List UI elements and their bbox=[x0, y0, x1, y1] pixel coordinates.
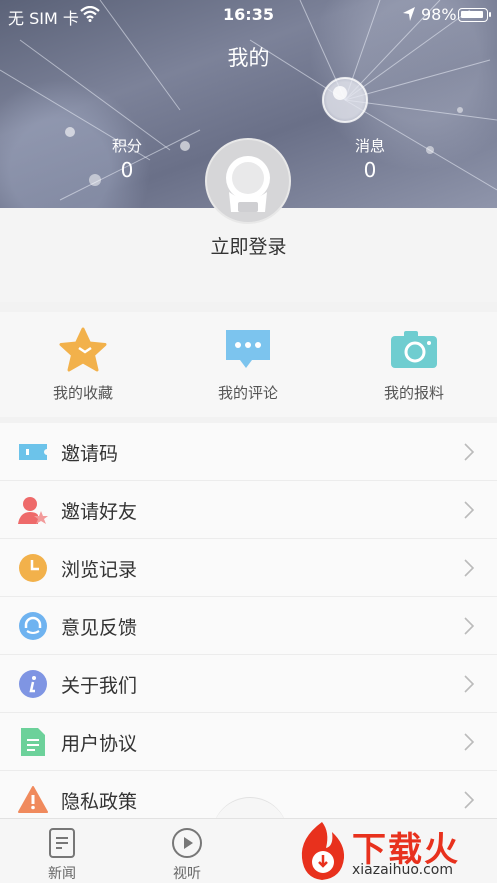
menu-item-history[interactable]: 浏览记录 bbox=[0, 539, 497, 597]
settings-menu: 邀请码 邀请好友 浏览记录 意见反馈 关于我们 用户协议 隐私政策 bbox=[0, 423, 497, 829]
quick-item-label: 我的报料 bbox=[383, 384, 444, 402]
battery-percent: 98% bbox=[421, 5, 457, 24]
document-icon bbox=[18, 727, 48, 757]
chevron-right-icon bbox=[463, 559, 475, 577]
tab-video-label: 视听 bbox=[173, 866, 201, 882]
menu-item-label: 关于我们 bbox=[61, 675, 138, 697]
watermark-logo: 下载火 xiazaihuo.com bbox=[292, 818, 497, 883]
ticket-icon bbox=[18, 437, 48, 467]
menu-item-invite-code[interactable]: 邀请码 bbox=[0, 423, 497, 481]
menu-item-label: 隐私政策 bbox=[61, 791, 138, 813]
watermark-url: xiazaihuo.com bbox=[352, 862, 453, 878]
menu-item-about[interactable]: 关于我们 bbox=[0, 655, 497, 713]
menu-item-label: 意见反馈 bbox=[61, 617, 138, 639]
chevron-right-icon bbox=[463, 443, 475, 461]
chevron-right-icon bbox=[463, 791, 475, 809]
chevron-right-icon bbox=[463, 733, 475, 751]
tab-news[interactable]: 新闻 bbox=[32, 827, 92, 883]
news-icon bbox=[46, 827, 78, 859]
menu-item-feedback[interactable]: 意见反馈 bbox=[0, 597, 497, 655]
camera-icon bbox=[388, 326, 440, 374]
tab-video[interactable]: 视听 bbox=[157, 827, 217, 883]
play-icon bbox=[171, 827, 203, 859]
flame-logo-icon bbox=[301, 822, 345, 880]
avatar[interactable] bbox=[205, 138, 291, 224]
tab-news-label: 新闻 bbox=[48, 866, 76, 882]
status-bar: 无 SIM 卡 16:35 98% bbox=[0, 0, 497, 30]
comment-icon bbox=[222, 326, 274, 374]
quick-item-favorites[interactable]: 我的收藏 bbox=[28, 326, 138, 403]
astronaut-avatar-icon bbox=[226, 156, 270, 212]
warning-icon bbox=[18, 785, 48, 815]
messages-label: 消息 bbox=[354, 137, 385, 155]
points-label: 积分 bbox=[111, 137, 142, 155]
chevron-right-icon bbox=[463, 501, 475, 519]
location-arrow-icon bbox=[402, 6, 416, 26]
chevron-right-icon bbox=[463, 617, 475, 635]
quick-item-reports[interactable]: 我的报料 bbox=[359, 326, 469, 403]
menu-item-invite-friends[interactable]: 邀请好友 bbox=[0, 481, 497, 539]
info-icon bbox=[18, 669, 48, 699]
page-title: 我的 bbox=[227, 46, 270, 70]
points-value: 0 bbox=[120, 158, 134, 182]
quick-item-label: 我的收藏 bbox=[52, 384, 113, 402]
star-icon bbox=[57, 326, 109, 374]
menu-item-user-agreement[interactable]: 用户协议 bbox=[0, 713, 497, 771]
menu-item-label: 邀请码 bbox=[61, 443, 119, 465]
menu-item-label: 浏览记录 bbox=[61, 559, 138, 581]
quick-actions: 我的收藏 我的评论 我的报料 bbox=[0, 312, 497, 417]
menu-item-label: 邀请好友 bbox=[61, 501, 138, 523]
login-button[interactable]: 立即登录 bbox=[0, 232, 497, 259]
headset-icon bbox=[18, 611, 48, 641]
quick-item-comments[interactable]: 我的评论 bbox=[193, 326, 303, 403]
battery-icon bbox=[458, 8, 491, 22]
messages-value: 0 bbox=[363, 158, 377, 182]
points-stat[interactable]: 积分 0 bbox=[97, 135, 157, 182]
chevron-right-icon bbox=[463, 675, 475, 693]
user-star-icon bbox=[18, 495, 48, 525]
quick-item-label: 我的评论 bbox=[217, 384, 278, 402]
messages-stat[interactable]: 消息 0 bbox=[340, 135, 400, 182]
clock-icon bbox=[18, 553, 48, 583]
menu-item-label: 用户协议 bbox=[61, 733, 138, 755]
